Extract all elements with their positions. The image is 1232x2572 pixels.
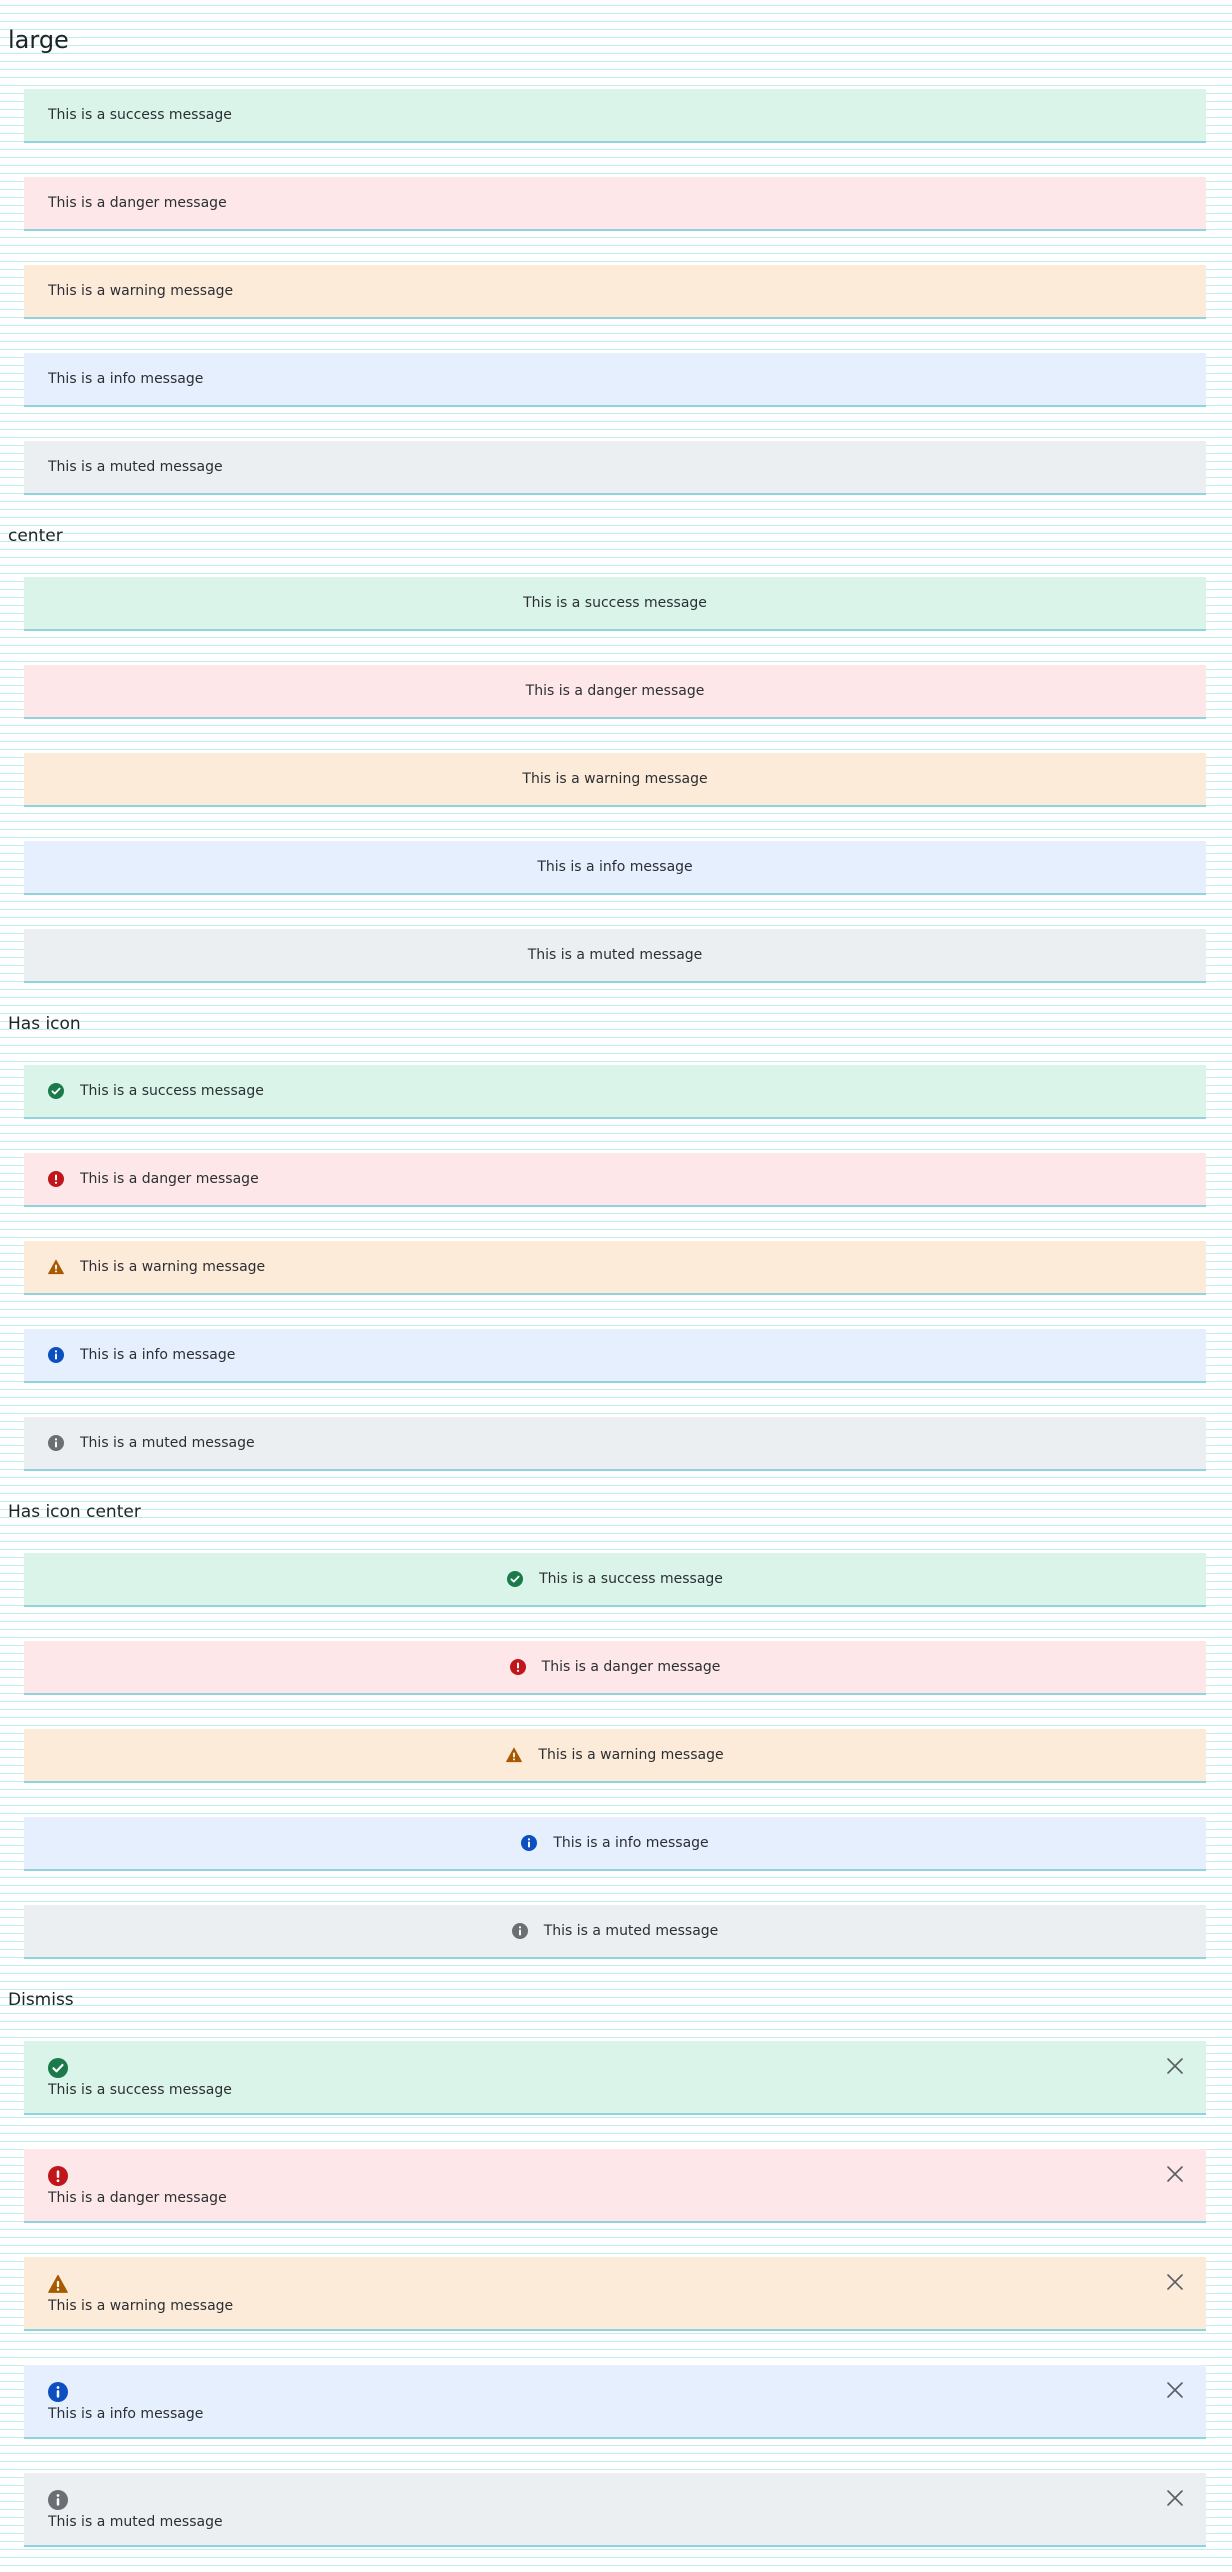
section-title-has-icon-center: Has icon center: [8, 1502, 141, 1522]
info-circle-icon: [521, 1835, 538, 1851]
check-circle-icon: [507, 1571, 524, 1587]
alert-message: This is a warning message: [48, 2298, 234, 2314]
warning-triangle-icon: [48, 2274, 68, 2294]
close-icon: [1167, 2490, 1183, 2506]
dismiss-button[interactable]: [1166, 2381, 1184, 2399]
alert-message: This is a success message: [48, 107, 232, 123]
alert-icon-center-danger: This is a danger message: [24, 1641, 1206, 1695]
alert-message: This is a danger message: [80, 1171, 259, 1187]
section-title-has-icon: Has icon: [8, 1014, 81, 1034]
alert-icon-warning: This is a warning message: [24, 1241, 1206, 1295]
alert-center-info: This is a info message: [24, 841, 1206, 895]
alert-large-danger: This is a danger message: [24, 177, 1206, 231]
alert-icon-muted: This is a muted message: [24, 1417, 1206, 1471]
alert-message: This is a success message: [80, 1083, 264, 1099]
alert-large-info: This is a info message: [24, 353, 1206, 407]
alert-message: This is a warning message: [48, 283, 234, 299]
close-icon: [1167, 2166, 1183, 2182]
alert-center-danger: This is a danger message: [24, 665, 1206, 719]
alert-dismiss-muted: This is a muted message: [24, 2473, 1206, 2547]
info-circle-icon: [48, 2490, 68, 2510]
alert-large-muted: This is a muted message: [24, 441, 1206, 495]
alert-message: This is a danger message: [541, 1659, 721, 1675]
alert-message: This is a success message: [48, 2082, 232, 2098]
alert-center-success: This is a success message: [24, 577, 1206, 631]
alert-message: This is a muted message: [80, 1435, 255, 1451]
info-circle-icon: [48, 1347, 64, 1363]
exclamation-circle-icon: [48, 1171, 64, 1187]
alert-message: This is a muted message: [48, 459, 223, 475]
alert-message: This is a info message: [80, 1347, 236, 1363]
close-icon: [1167, 2382, 1183, 2398]
section-title-large: large: [8, 26, 69, 54]
alert-large-success: This is a success message: [24, 89, 1206, 143]
alert-icon-center-muted: This is a muted message: [24, 1905, 1206, 1959]
alert-message: This is a info message: [48, 2406, 204, 2422]
dismiss-button[interactable]: [1166, 2489, 1184, 2507]
alert-message: This is a danger message: [525, 683, 705, 699]
dismiss-button[interactable]: [1166, 2165, 1184, 2183]
alert-icon-center-success: This is a success message: [24, 1553, 1206, 1607]
check-circle-icon: [48, 1083, 64, 1099]
alert-message: This is a success message: [539, 1571, 723, 1587]
alert-message: This is a muted message: [543, 1923, 719, 1939]
check-circle-icon: [48, 2058, 68, 2078]
section-title-center: center: [8, 526, 63, 546]
dismiss-button[interactable]: [1166, 2273, 1184, 2291]
alert-message: This is a muted message: [527, 947, 703, 963]
alert-message: This is a info message: [553, 1835, 709, 1851]
warning-triangle-icon: [506, 1747, 523, 1763]
alert-center-muted: This is a muted message: [24, 929, 1206, 983]
alert-message: This is a success message: [523, 595, 707, 611]
alert-message: This is a danger message: [48, 2190, 227, 2206]
close-icon: [1167, 2274, 1183, 2290]
alert-message: This is a warning message: [80, 1259, 266, 1275]
alert-icon-center-warning: This is a warning message: [24, 1729, 1206, 1783]
alert-icon-danger: This is a danger message: [24, 1153, 1206, 1207]
exclamation-circle-icon: [509, 1659, 526, 1675]
info-circle-icon: [48, 1435, 64, 1451]
alert-icon-success: This is a success message: [24, 1065, 1206, 1119]
alert-message: This is a warning message: [522, 771, 708, 787]
alert-message: This is a info message: [48, 371, 204, 387]
alert-message: This is a warning message: [538, 1747, 724, 1763]
alert-center-warning: This is a warning message: [24, 753, 1206, 807]
dismiss-button[interactable]: [1166, 2057, 1184, 2075]
alert-message: This is a muted message: [48, 2514, 223, 2530]
alert-large-warning: This is a warning message: [24, 265, 1206, 319]
alert-icon-center-info: This is a info message: [24, 1817, 1206, 1871]
alert-dismiss-danger: This is a danger message: [24, 2149, 1206, 2223]
alert-icon-info: This is a info message: [24, 1329, 1206, 1383]
close-icon: [1167, 2058, 1183, 2074]
warning-triangle-icon: [48, 1259, 64, 1275]
info-circle-icon: [48, 2382, 68, 2402]
alert-dismiss-info: This is a info message: [24, 2365, 1206, 2439]
alert-dismiss-warning: This is a warning message: [24, 2257, 1206, 2331]
alert-message: This is a info message: [537, 859, 693, 875]
section-title-dismiss: Dismiss: [8, 1990, 74, 2010]
info-circle-icon: [511, 1923, 528, 1939]
exclamation-circle-icon: [48, 2166, 68, 2186]
alert-message: This is a danger message: [48, 195, 227, 211]
alert-dismiss-success: This is a success message: [24, 2041, 1206, 2115]
